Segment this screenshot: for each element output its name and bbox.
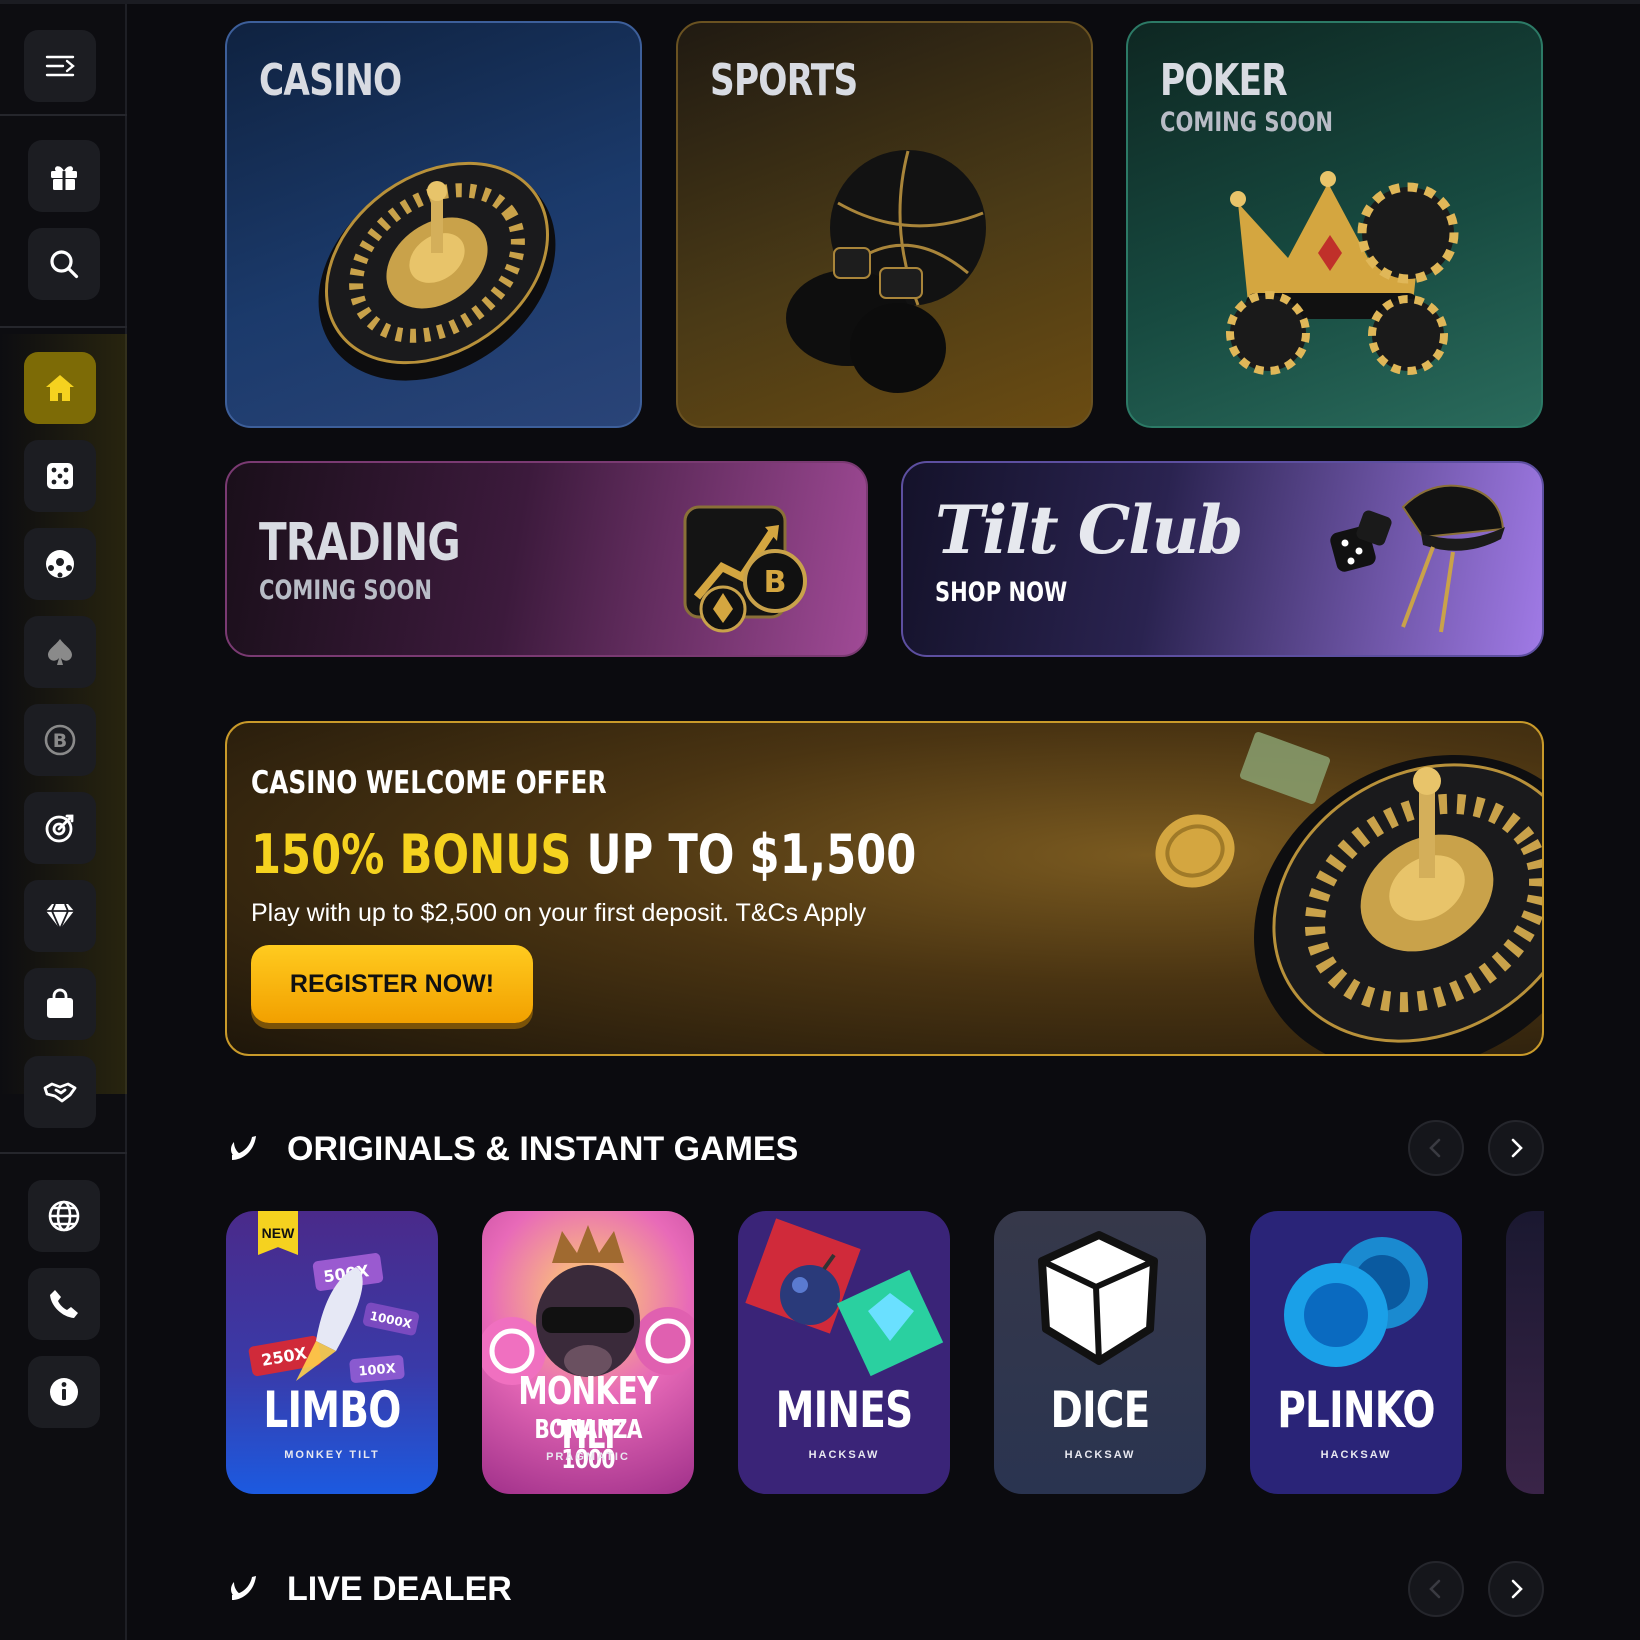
info-icon: [50, 1378, 78, 1406]
bitcoin-icon: B: [44, 724, 76, 756]
gift-icon: [51, 166, 77, 190]
sports-tile[interactable]: SPORTS: [676, 21, 1093, 428]
welcome-offer-banner: CASINO WELCOME OFFER 150% BONUS UP TO $1…: [225, 721, 1544, 1056]
game-provider: PRAGMATIC: [546, 1451, 630, 1463]
monkey-candy-illustration: [482, 1225, 694, 1385]
globe-icon: [48, 1200, 80, 1232]
promo-kicker: CASINO WELCOME OFFER: [251, 765, 607, 801]
promo-headline: 150% BONUS UP TO $1,500: [251, 823, 916, 886]
spade-icon: [48, 639, 72, 665]
soccer-ball-icon: [46, 550, 74, 578]
sidebar-divider: [0, 326, 127, 328]
originals-next-button[interactable]: [1488, 1120, 1544, 1176]
tile-subtitle: COMING SOON: [1160, 107, 1334, 138]
sidebar-item-shop[interactable]: [24, 968, 96, 1040]
poker-tile[interactable]: POKER COMING SOON: [1126, 21, 1543, 428]
tile-subtitle: COMING SOON: [259, 575, 433, 606]
game-name-line2: BONANZA 1000: [534, 1415, 642, 1475]
sidebar-item-challenges[interactable]: [24, 792, 96, 864]
search-icon: [50, 250, 79, 279]
promo-headline-rest: UP TO $1,500: [571, 823, 917, 886]
trading-tile[interactable]: TRADING COMING SOON B: [225, 461, 868, 657]
sidebar-item-vip[interactable]: [24, 880, 96, 952]
game-card-partial[interactable]: [1506, 1211, 1544, 1494]
handshake-icon: [43, 1082, 77, 1103]
section-title-originals: ORIGINALS & INSTANT GAMES: [287, 1130, 799, 1168]
tile-title: POKER: [1160, 55, 1288, 106]
sidebar-item-sports[interactable]: [24, 528, 96, 600]
sidebar: B: [0, 4, 127, 1640]
promo-description: Play with up to $2,500 on your first dep…: [251, 899, 867, 927]
sidebar-item-search[interactable]: [28, 228, 100, 300]
chevron-left-icon: [1429, 1579, 1441, 1599]
live-dealer-next-button[interactable]: [1488, 1561, 1544, 1617]
banana-icon: [231, 1136, 256, 1160]
roulette-coins-illustration: [1155, 731, 1542, 1054]
sidebar-item-info[interactable]: [28, 1356, 100, 1428]
basketball-gloves-illustration: [786, 150, 986, 393]
phone-icon: [50, 1290, 78, 1318]
crown-chips-illustration: [1226, 171, 1459, 375]
rocket-illustration: 500X 250X 1000X 100X: [248, 1253, 419, 1383]
target-icon: [45, 814, 74, 843]
plinko-discs-illustration: [1284, 1237, 1428, 1367]
chevron-right-icon: [1511, 1138, 1523, 1158]
sidebar-item-support[interactable]: [28, 1268, 100, 1340]
game-name: PLINKO: [1277, 1381, 1435, 1439]
bomb-gem-illustration: [745, 1218, 944, 1377]
svg-text:B: B: [53, 730, 67, 752]
sidebar-item-trading[interactable]: B: [24, 704, 96, 776]
banana-icon: [231, 1576, 256, 1600]
tile-title: TRADING: [259, 513, 461, 573]
sidebar-item-casino[interactable]: [24, 440, 96, 512]
cap-dice-illustration: [1330, 484, 1505, 633]
roulette-wheel-illustration: [318, 161, 556, 381]
game-provider: HACKSAW: [1320, 1449, 1392, 1461]
game-card-dice[interactable]: DICE HACKSAW: [994, 1211, 1206, 1494]
top-border: [0, 0, 1640, 4]
cube-illustration: [1038, 1231, 1158, 1365]
game-provider: HACKSAW: [808, 1449, 880, 1461]
section-title-live-dealer: LIVE DEALER: [287, 1570, 512, 1608]
home-icon: [46, 375, 74, 401]
menu-collapse-icon: [45, 55, 75, 77]
game-card-monkey-tilt-bonanza[interactable]: MONKEY TILT BONANZA 1000 PRAGMATIC: [482, 1211, 694, 1494]
game-name: MINES: [775, 1381, 914, 1439]
sidebar-item-rewards[interactable]: [28, 140, 100, 212]
game-provider: HACKSAW: [1064, 1449, 1136, 1461]
casino-tile[interactable]: CASINO: [225, 21, 642, 428]
sidebar-item-home[interactable]: [24, 352, 96, 424]
shopping-bag-icon: [47, 988, 73, 1018]
game-provider: MONKEY TILT: [284, 1449, 380, 1461]
diamond-icon: [46, 903, 74, 932]
chevron-left-icon: [1429, 1138, 1441, 1158]
sidebar-divider: [0, 1152, 127, 1154]
svg-text:B: B: [764, 565, 787, 600]
originals-prev-button[interactable]: [1408, 1120, 1464, 1176]
chevron-right-icon: [1511, 1579, 1523, 1599]
game-card-limbo[interactable]: NEW 500X 250X 1000X 100X LIMBO MONKEY TI…: [226, 1211, 438, 1494]
sidebar-item-affiliates[interactable]: [24, 1056, 96, 1128]
promo-headline-highlight: 150% BONUS: [251, 823, 572, 886]
register-now-button[interactable]: REGISTER NOW!: [251, 945, 533, 1023]
tile-title: CASINO: [259, 55, 402, 106]
tile-subtitle: SHOP NOW: [935, 577, 1068, 608]
tile-title: SPORTS: [710, 55, 858, 106]
tile-title: Tilt Club: [935, 491, 1243, 569]
dice-icon: [47, 463, 73, 489]
game-name: DICE: [1050, 1381, 1150, 1439]
tilt-club-tile[interactable]: Tilt Club SHOP NOW: [901, 461, 1544, 657]
game-card-mines[interactable]: MINES HACKSAW: [738, 1211, 950, 1494]
game-name: LIMBO: [263, 1381, 401, 1439]
game-card-plinko[interactable]: PLINKO HACKSAW: [1250, 1211, 1462, 1494]
crypto-chart-illustration: B: [683, 505, 807, 633]
menu-toggle-button[interactable]: [24, 30, 96, 102]
live-dealer-prev-button[interactable]: [1408, 1561, 1464, 1617]
sidebar-item-language[interactable]: [28, 1180, 100, 1252]
sidebar-divider: [0, 114, 127, 116]
sidebar-item-poker[interactable]: [24, 616, 96, 688]
